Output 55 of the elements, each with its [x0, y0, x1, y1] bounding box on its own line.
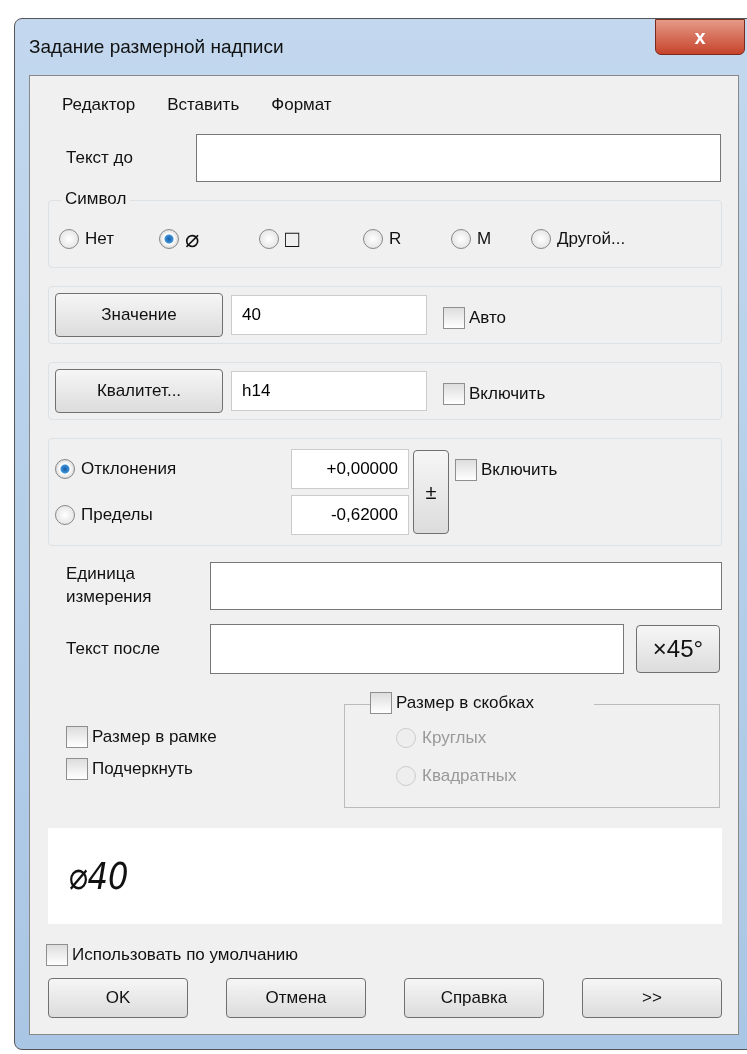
checkbox-label: Использовать по умолчанию	[72, 945, 299, 965]
radio-label: Квадратных	[422, 766, 517, 786]
field-label: Текст после	[65, 637, 162, 660]
checkbox-label: Авто	[469, 308, 507, 328]
quality-button[interactable]: Квалитет...	[55, 369, 223, 413]
dialog-button[interactable]: Отмена	[226, 978, 366, 1018]
checkbox[interactable]	[46, 944, 68, 966]
radio-button[interactable]	[531, 229, 551, 249]
menu-item[interactable]: Формат	[271, 95, 332, 115]
radio-label: ⌀	[185, 225, 199, 253]
checkbox[interactable]	[455, 459, 477, 481]
checkbox-label: Включить	[481, 460, 558, 480]
dialog-button[interactable]: OK	[48, 978, 188, 1018]
checkbox-label: Размер в скобках	[396, 693, 534, 713]
field-label: Текст до	[65, 148, 134, 168]
radio-button[interactable]	[55, 459, 75, 479]
radio-label: R	[389, 229, 402, 249]
radio-label: Нет	[85, 229, 114, 249]
menu-item[interactable]: Редактор	[62, 95, 136, 115]
input-field[interactable]	[210, 562, 722, 610]
value-button[interactable]: Значение	[55, 293, 223, 337]
checkbox-label: Включить	[469, 384, 546, 404]
checkbox-label: Подчеркнуть	[92, 759, 193, 779]
chamfer-button[interactable]: ×45°	[636, 625, 720, 673]
input-field[interactable]: 40	[231, 295, 427, 335]
radio-label: □	[285, 225, 300, 253]
dialog-button[interactable]: Справка	[404, 978, 544, 1018]
radio-label: Отклонения	[81, 459, 178, 479]
checkbox[interactable]	[66, 726, 88, 748]
menu-item[interactable]: Вставить	[167, 95, 240, 115]
plus-minus-button[interactable]: ±	[413, 450, 449, 534]
input-field[interactable]: +0,00000	[291, 449, 409, 489]
input-field[interactable]	[210, 624, 624, 674]
radio-button[interactable]	[159, 229, 179, 249]
checkbox[interactable]	[443, 307, 465, 329]
radio-label: M	[477, 229, 492, 249]
window-title: Задание размерной надписи	[29, 36, 284, 58]
radio-button[interactable]	[451, 229, 471, 249]
radio-label: Круглых	[422, 728, 487, 748]
input-field[interactable]	[196, 134, 721, 182]
checkbox[interactable]	[66, 758, 88, 780]
preview-text: ⌀40	[68, 854, 129, 898]
field-label: Единица измерения	[65, 563, 153, 608]
input-field[interactable]: h14	[231, 371, 427, 411]
dialog-button[interactable]: >>	[582, 978, 722, 1018]
radio-button[interactable]	[259, 229, 279, 249]
input-field[interactable]: -0,62000	[291, 495, 409, 535]
radio-label: Другой...	[557, 229, 626, 249]
radio-button[interactable]	[363, 229, 383, 249]
checkbox[interactable]	[370, 692, 392, 714]
radio-button[interactable]	[59, 229, 79, 249]
radio-button[interactable]	[55, 505, 75, 525]
checkbox-label: Размер в рамке	[92, 727, 217, 747]
radio-label: Пределы	[81, 505, 154, 525]
checkbox[interactable]	[443, 383, 465, 405]
